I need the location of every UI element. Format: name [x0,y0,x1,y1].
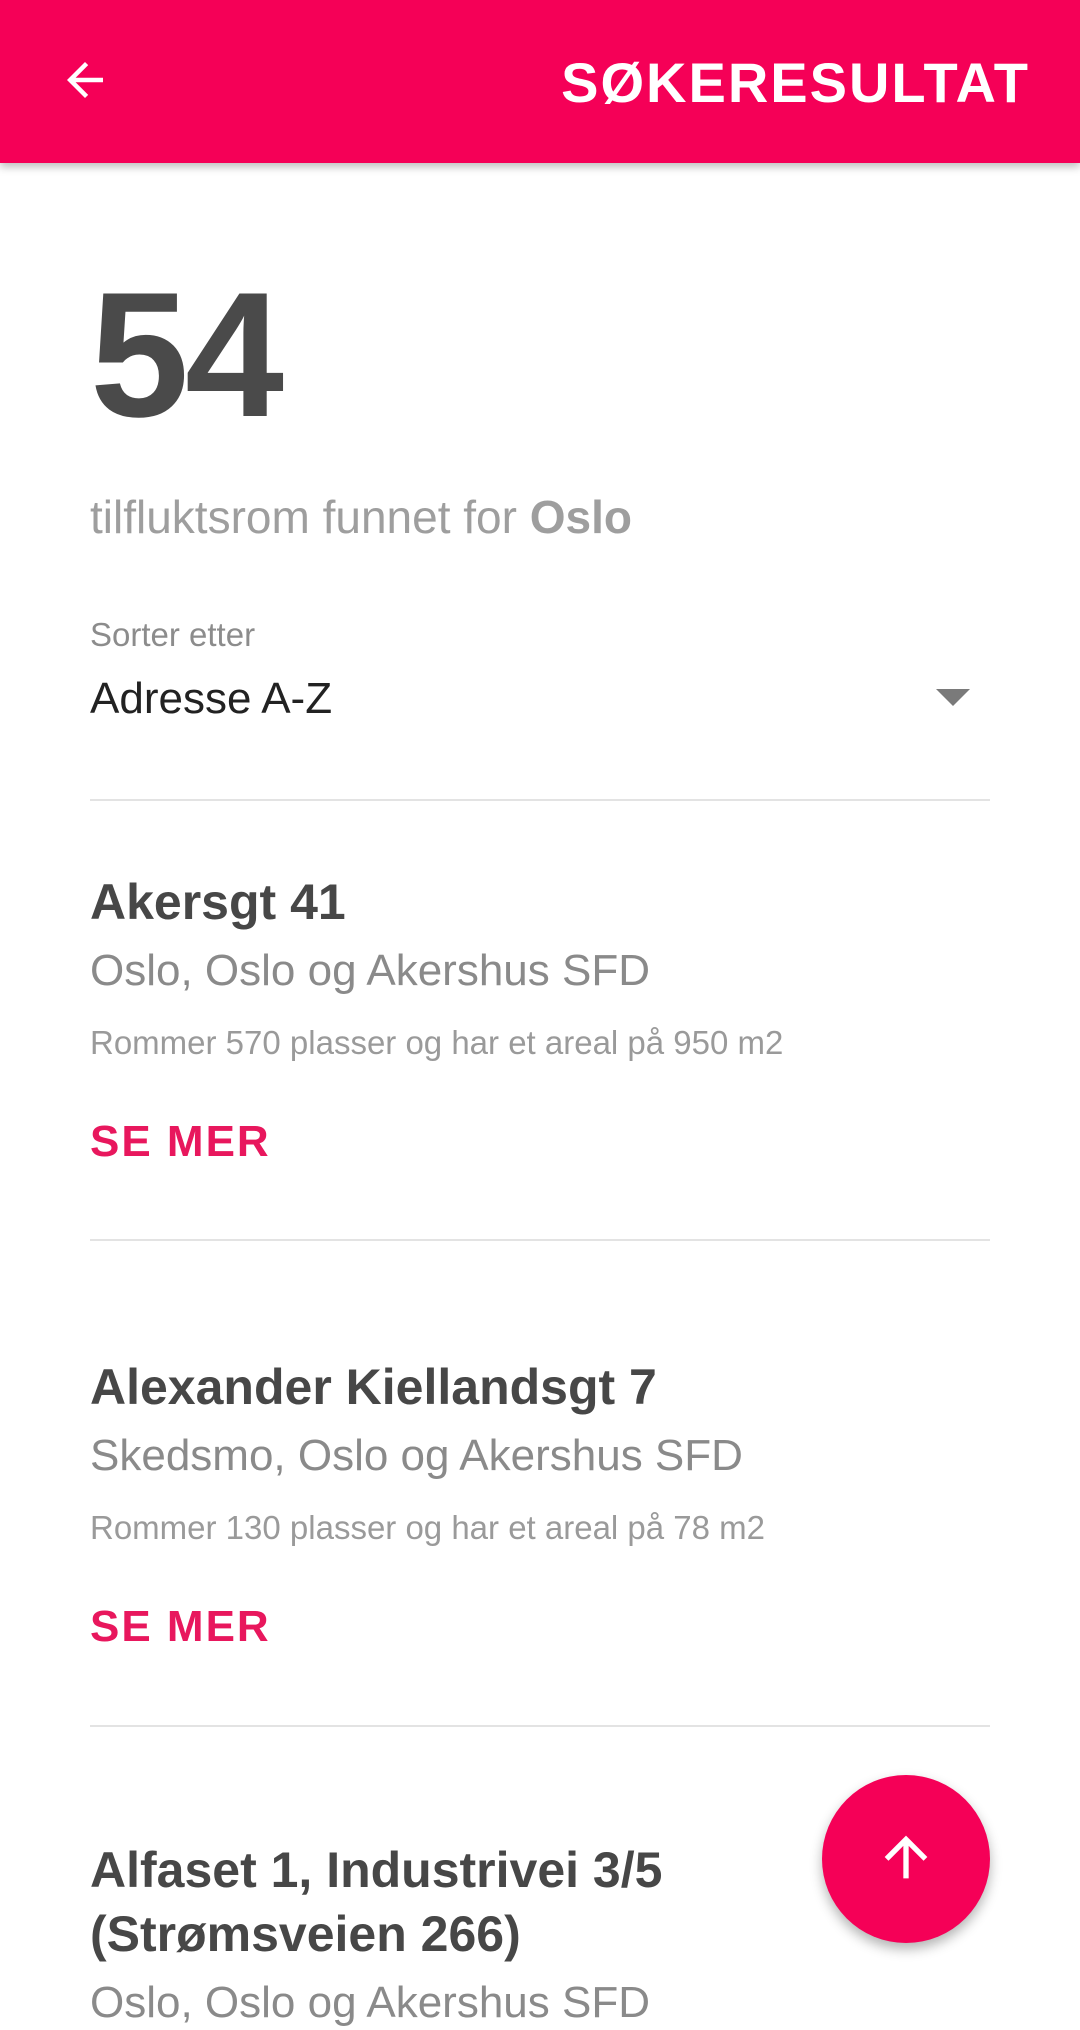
list-item: Akersgt 41 Oslo, Oslo og Akershus SFD Ro… [90,870,990,1170]
dropdown-caret-icon [936,689,970,706]
result-title: Akersgt 41 [90,874,346,930]
sort-dropdown[interactable]: Adresse A-Z [90,665,990,740]
app-bar: SØKERESULTAT [0,0,1080,163]
sort-selected-value: Adresse A-Z [90,674,333,723]
see-more-button[interactable]: SE MER [90,1114,271,1170]
result-location: Oslo, Oslo og Akershus SFD [90,946,650,995]
list-item: Alexander Kiellandsgt 7 Skedsmo, Oslo og… [90,1355,990,1655]
scroll-to-top-button[interactable] [822,1775,990,1943]
see-more-button[interactable]: SE MER [90,1599,271,1655]
result-location: Skedsmo, Oslo og Akershus SFD [90,1431,743,1480]
result-count: 54 [90,255,284,454]
arrow-left-icon [58,53,112,112]
result-info: Rommer 570 plasser og har et areal på 95… [90,1024,784,1061]
result-summary: tilfluktsrom funnet for Oslo [90,487,632,547]
divider [90,799,990,801]
summary-text: tilfluktsrom funnet for [90,491,530,543]
arrow-up-icon [874,1825,938,1894]
back-button[interactable] [40,37,130,127]
divider [90,1239,990,1241]
result-location: Oslo, Oslo og Akershus SFD [90,1978,650,2027]
summary-city: Oslo [529,491,632,543]
result-title: Alexander Kiellandsgt 7 [90,1359,657,1415]
search-results-screen: SØKERESULTAT 54 tilfluktsrom funnet for … [0,0,1080,2030]
sort-label: Sorter etter [90,616,256,653]
page-title: SØKERESULTAT [561,51,1030,114]
divider [90,1725,990,1727]
result-info: Rommer 130 plasser og har et areal på 78… [90,1509,766,1546]
